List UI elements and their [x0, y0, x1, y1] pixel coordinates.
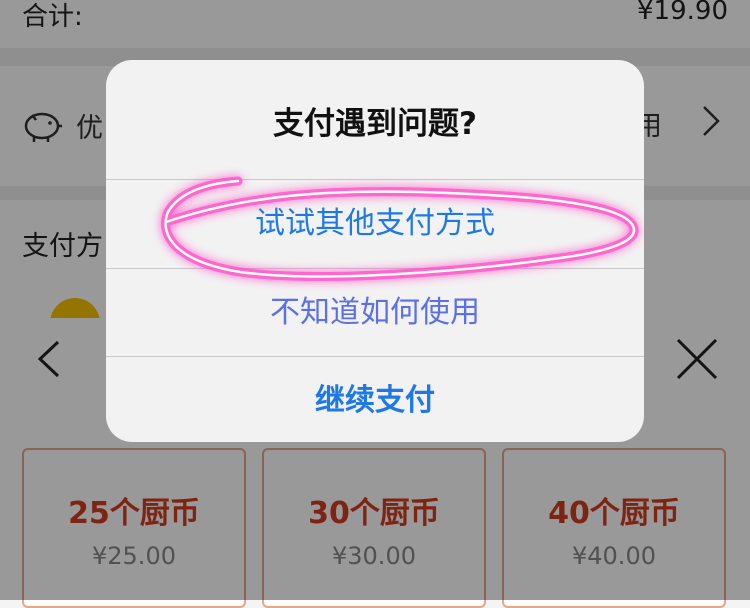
how-to-use-button[interactable]: 不知道如何使用	[106, 269, 644, 357]
dialog-title: 支付遇到问题?	[273, 106, 477, 142]
try-other-payment-button[interactable]: 试试其他支付方式	[106, 180, 644, 268]
continue-payment-button[interactable]: 继续支付	[106, 357, 644, 442]
payment-problem-dialog: 支付遇到问题? 试试其他支付方式 不知道如何使用 继续支付	[106, 60, 644, 442]
